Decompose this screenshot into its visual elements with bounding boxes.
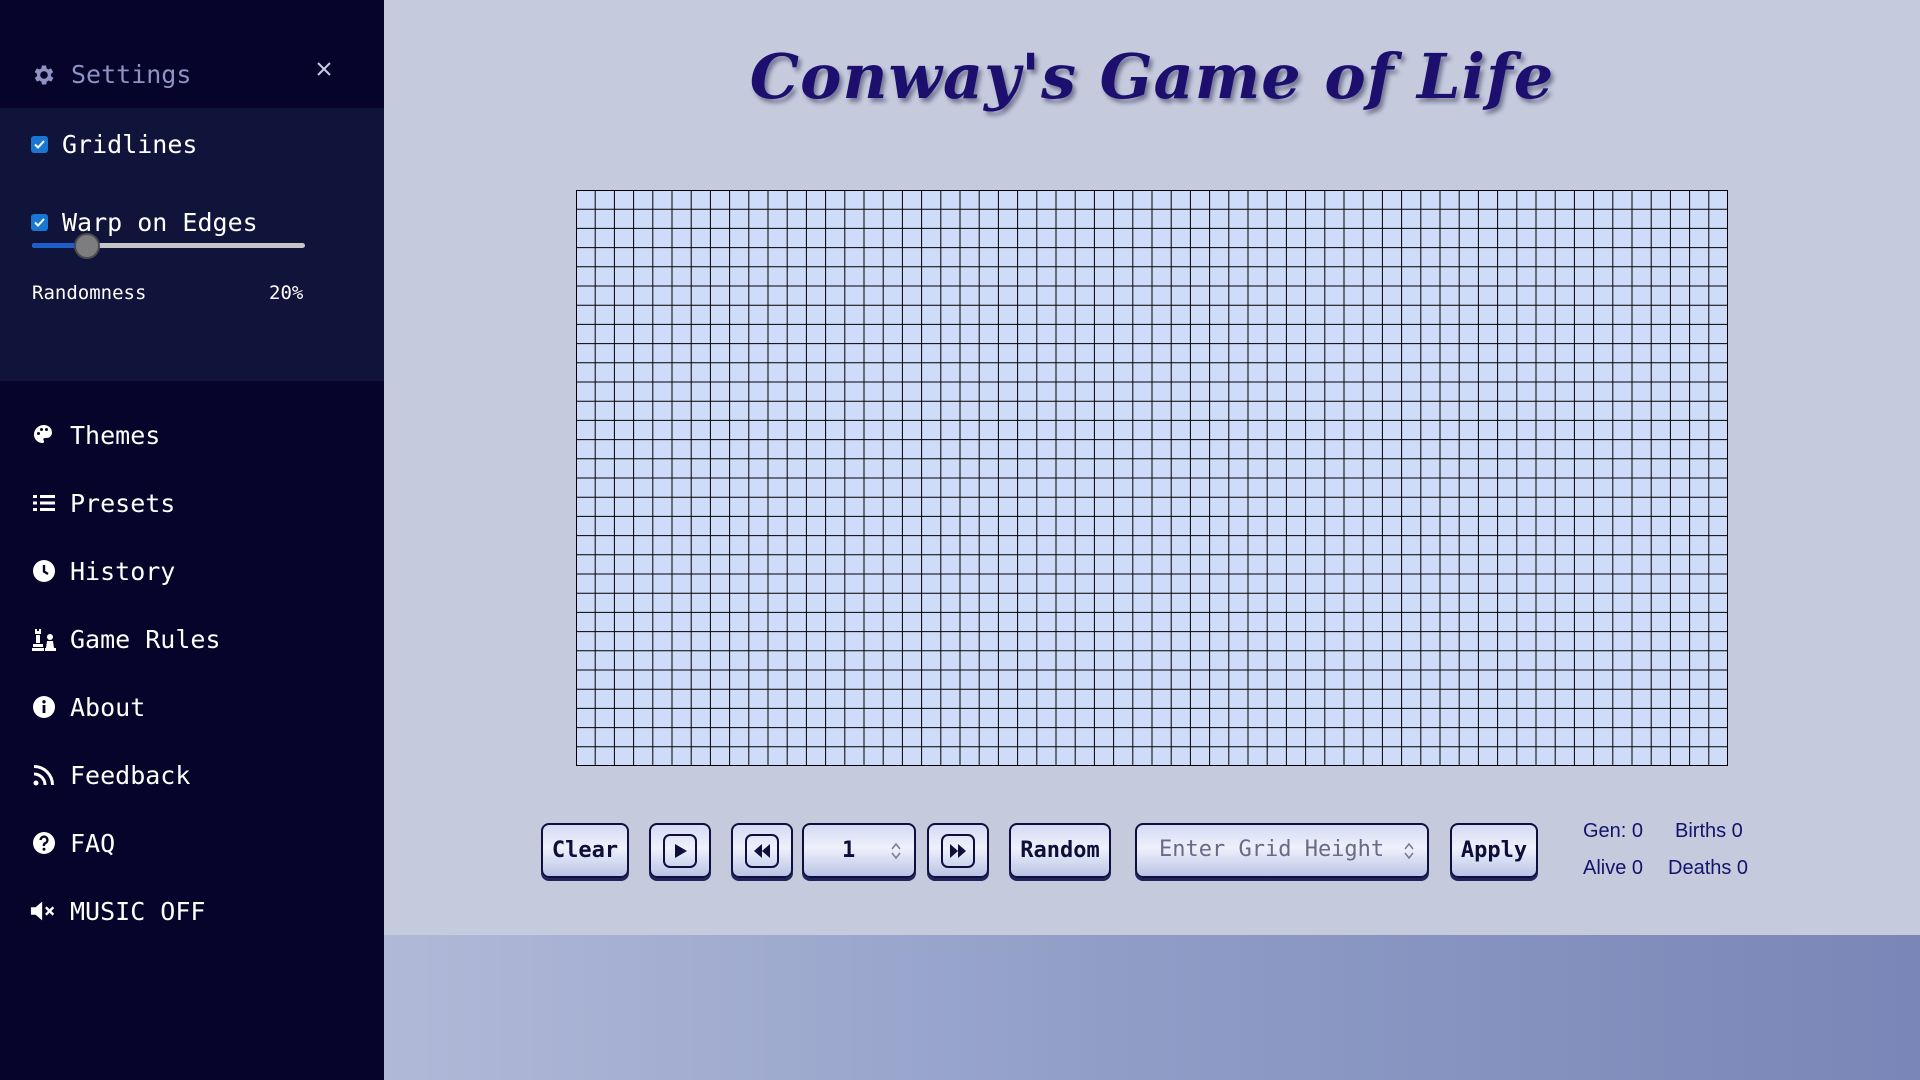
step-back-button[interactable]: [731, 823, 793, 878]
sidebar-item-label: MUSIC OFF: [70, 896, 206, 926]
page-title: Conway's Game of Life: [749, 40, 1555, 113]
footer-band: [384, 935, 1920, 1080]
info-icon: [30, 693, 58, 721]
fast-forward-icon: [941, 833, 975, 868]
random-label: Random: [1020, 838, 1100, 863]
sidebar-item-history[interactable]: History: [30, 551, 175, 591]
title-container: Conway's Game of Life: [384, 40, 1920, 113]
rss-icon: [30, 761, 58, 789]
sidebar-item-label: About: [70, 692, 146, 722]
game-grid[interactable]: [576, 190, 1728, 766]
rewind-icon: [745, 833, 779, 868]
randomness-value: 20%: [269, 282, 304, 304]
sidebar: Settings Gridlines Warp on Edges Randomn…: [0, 0, 384, 1080]
sidebar-item-label: Presets: [70, 488, 176, 518]
apply-label: Apply: [1460, 838, 1528, 863]
speed-value: 1: [842, 838, 856, 863]
sidebar-item-about[interactable]: About: [30, 687, 145, 727]
spinner-icon[interactable]: [890, 841, 902, 861]
deaths-counter: Deaths 0: [1668, 857, 1749, 879]
speed-stepper[interactable]: 1: [802, 823, 916, 878]
settings-header: Settings: [0, 42, 384, 108]
sidebar-item-themes[interactable]: Themes: [30, 415, 160, 455]
randomness-label: Randomness: [32, 282, 147, 304]
random-button[interactable]: Random: [1009, 823, 1111, 878]
close-icon[interactable]: [314, 59, 334, 79]
spinner-icon[interactable]: [1403, 841, 1415, 861]
step-forward-button[interactable]: [927, 823, 989, 878]
sidebar-item-label: History: [70, 556, 176, 586]
gear-icon: [34, 65, 54, 85]
alive-counter: Alive 0: [1583, 857, 1644, 879]
volume-mute-icon: [30, 897, 58, 925]
clear-label: Clear: [551, 838, 619, 863]
births-counter: Births 0: [1675, 820, 1743, 842]
clear-button[interactable]: Clear: [541, 823, 629, 878]
question-icon: [30, 829, 58, 857]
sidebar-item-label: FAQ: [70, 828, 116, 858]
play-button[interactable]: [649, 823, 711, 878]
clock-icon: [30, 557, 58, 585]
sidebar-item-faq[interactable]: FAQ: [30, 823, 115, 863]
gridlines: [576, 190, 1728, 766]
settings-title: Settings: [71, 60, 192, 89]
grid-height-input[interactable]: [1159, 837, 1389, 862]
sidebar-item-music[interactable]: MUSIC OFF: [30, 891, 205, 931]
slider-thumb[interactable]: [73, 233, 100, 259]
sidebar-item-label: Themes: [70, 420, 161, 450]
list-icon: [30, 489, 58, 517]
gridlines-option[interactable]: Gridlines: [31, 130, 197, 159]
grid-height-field[interactable]: [1135, 823, 1429, 878]
sidebar-item-label: Feedback: [70, 760, 191, 790]
play-icon: [663, 833, 697, 868]
sidebar-item-feedback[interactable]: Feedback: [30, 755, 190, 795]
gen-counter: Gen: 0: [1583, 820, 1644, 842]
checkmark-icon: [34, 218, 45, 227]
chess-icon: [30, 625, 58, 653]
grid-canvas[interactable]: [576, 190, 1728, 766]
palette-icon: [30, 421, 58, 449]
apply-button[interactable]: Apply: [1450, 823, 1538, 878]
sidebar-item-game-rules[interactable]: Game Rules: [30, 619, 221, 659]
gridlines-label: Gridlines: [62, 130, 198, 159]
checkmark-icon: [34, 140, 45, 149]
randomness-slider[interactable]: [32, 232, 305, 260]
gridlines-checkbox[interactable]: [31, 136, 48, 153]
sidebar-item-label: Game Rules: [70, 624, 221, 654]
warp-checkbox[interactable]: [31, 214, 48, 231]
sidebar-item-presets[interactable]: Presets: [30, 483, 175, 523]
